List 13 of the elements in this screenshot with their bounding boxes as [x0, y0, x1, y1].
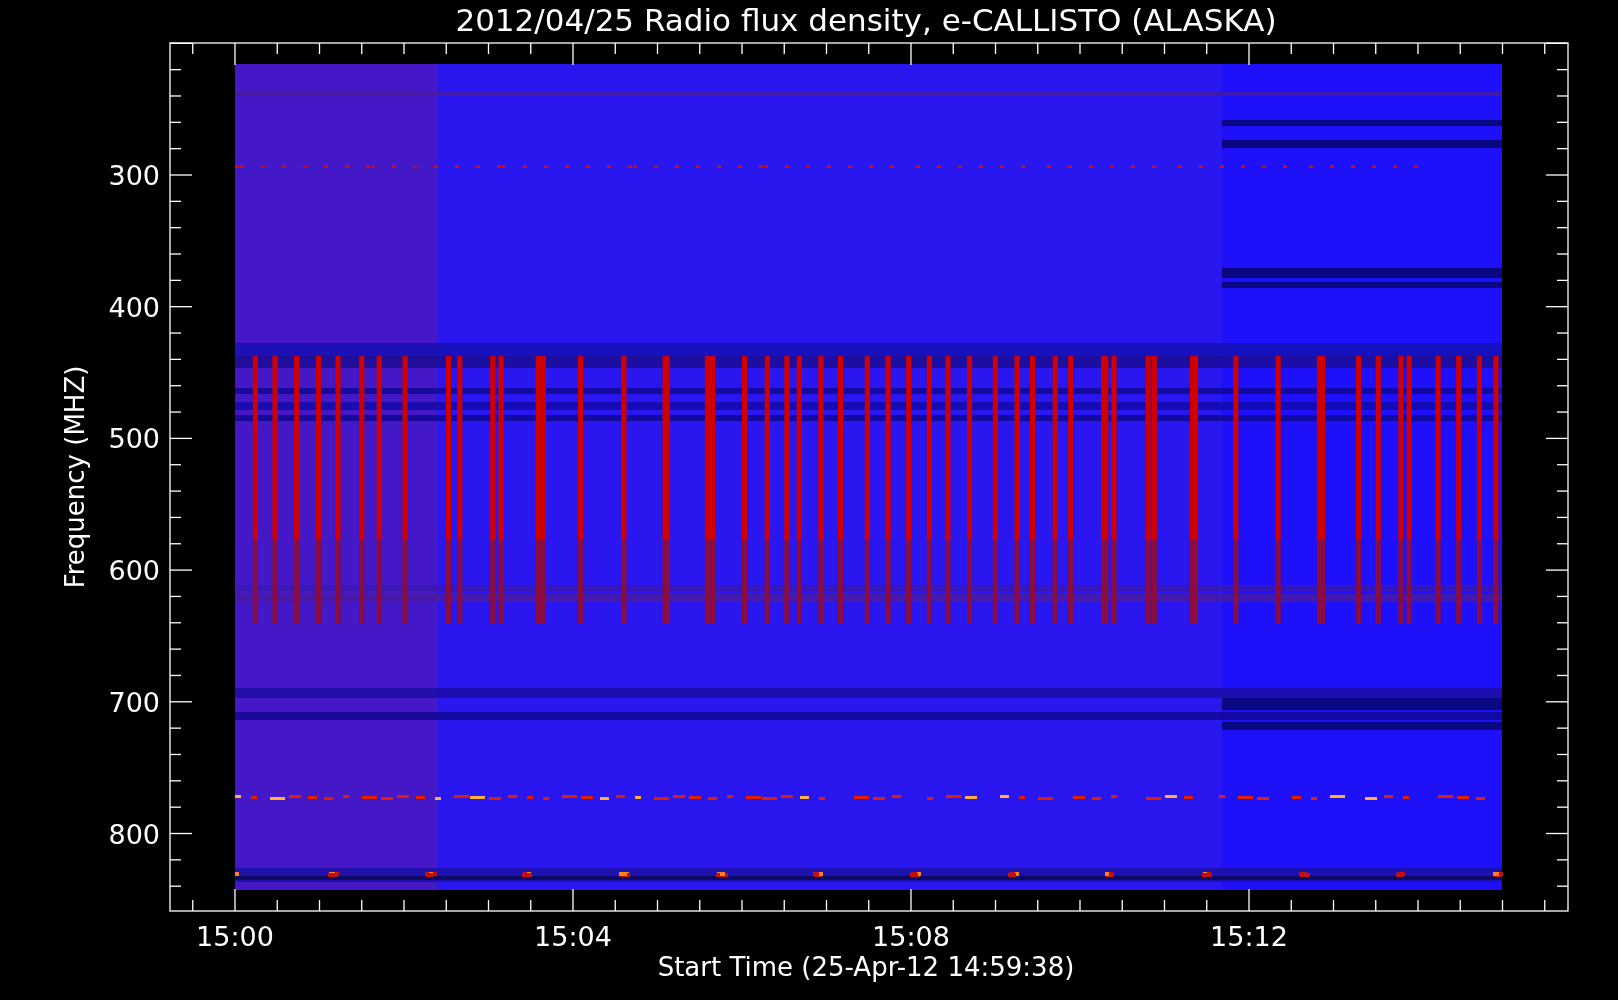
y-tick-label: 600	[108, 555, 160, 587]
y-tick-label: 400	[108, 291, 160, 323]
y-tick-label: 300	[108, 160, 160, 191]
chart-title: 2012/04/25 Radio flux density, e-CALLISTO (ALASKA)	[455, 2, 1277, 38]
x-tick-label: 15:04	[534, 921, 612, 952]
y-axis-label: Frequency (MHZ)	[60, 365, 90, 589]
y-tick-label: 700	[108, 686, 160, 718]
x-tick-label: 15:00	[196, 921, 274, 952]
y-tick-label: 500	[108, 423, 160, 455]
x-axis-label: Start Time (25-Apr-12 14:59:38)	[657, 952, 1075, 982]
x-tick-label: 15:12	[1210, 921, 1288, 952]
y-tick-label: 800	[108, 818, 160, 850]
x-tick-label: 15:08	[872, 921, 950, 952]
